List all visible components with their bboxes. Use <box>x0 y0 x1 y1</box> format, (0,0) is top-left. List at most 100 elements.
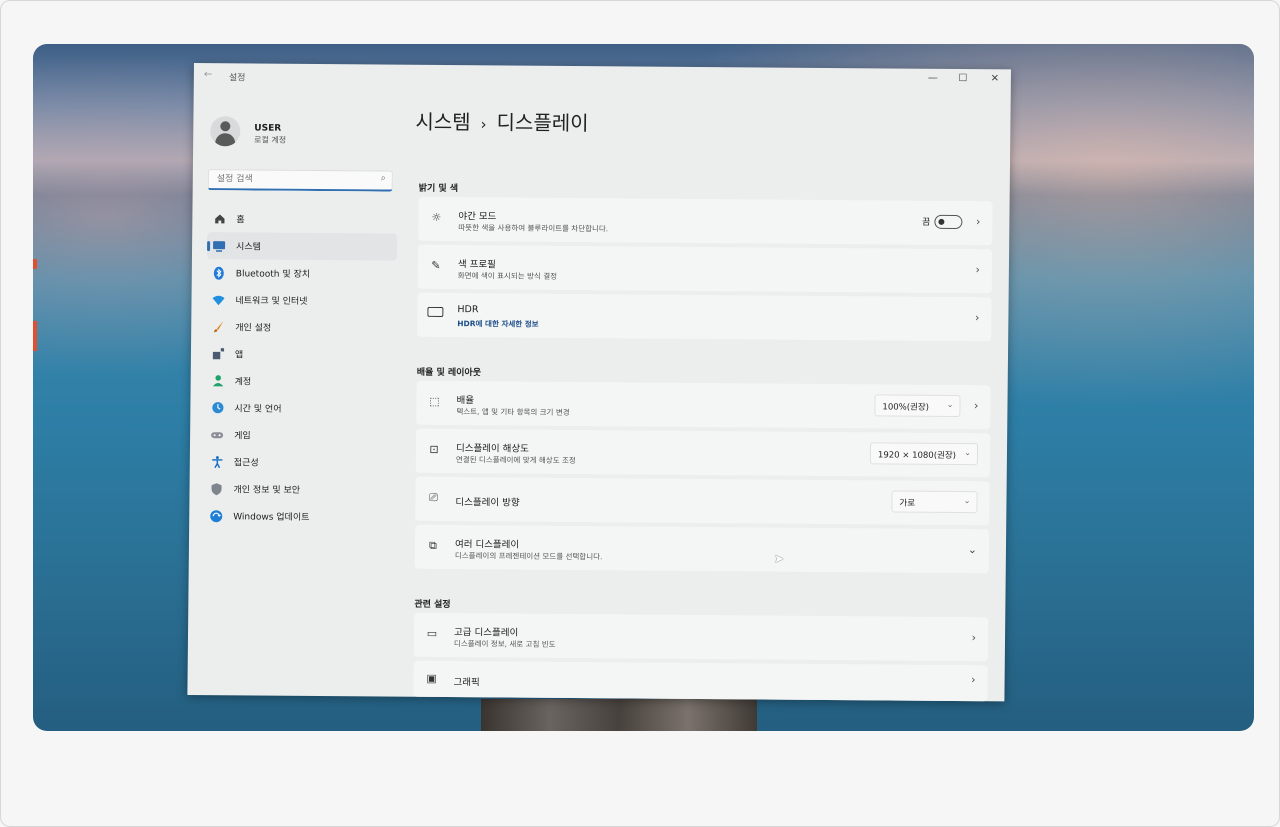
breadcrumb: 시스템 › 디스플레이 <box>415 106 589 136</box>
title-bar: ← 설정 — ☐ ✕ <box>194 63 1011 93</box>
back-arrow-icon[interactable]: ← <box>204 69 213 80</box>
sidebar-item-label: 시스템 <box>236 242 261 253</box>
sidebar-item-label: 네트워크 및 인터넷 <box>235 296 308 307</box>
sidebar-item-label: 홈 <box>236 215 245 226</box>
home-icon <box>212 212 226 226</box>
color-profile-card[interactable]: ✎ 색 프로필 화면에 색이 표시되는 방식 결정 › <box>417 244 993 294</box>
active-indicator <box>207 241 211 252</box>
gamepad-icon <box>210 428 224 442</box>
sidebar-item-bluetooth[interactable]: Bluetooth 및 장치 <box>207 259 397 287</box>
sidebar-item-privacy[interactable]: 개인 정보 및 보안 <box>204 475 394 503</box>
card-title: HDR <box>457 304 479 316</box>
scale-icon: ⬚ <box>429 394 440 408</box>
card-subtitle: 따뜻한 색을 사용하여 블루라이트를 차단합니다. <box>458 223 609 234</box>
apps-icon <box>211 347 225 361</box>
shield-icon <box>209 482 223 496</box>
sidebar-item-label: 앱 <box>234 350 244 361</box>
minimize-button[interactable]: — <box>923 73 943 87</box>
graphics-card-icon: ▣ <box>426 671 437 685</box>
sidebar-item-gaming[interactable]: 게임 <box>205 421 395 449</box>
account-type: 로컬 계정 <box>254 135 287 145</box>
sidebar-item-label: 개인 정보 및 보안 <box>233 485 301 496</box>
sidebar-item-windows-update[interactable]: Windows 업데이트 <box>204 502 394 530</box>
page-title: 디스플레이 <box>496 110 589 136</box>
brush-icon <box>211 320 225 334</box>
scale-dropdown[interactable]: 100%(권장) ⌄ <box>874 394 961 418</box>
chevron-down-icon: ⌄ <box>964 448 972 458</box>
toggle-knob <box>938 218 945 225</box>
chevron-right-icon: › <box>971 631 977 645</box>
sidebar-item-time-language[interactable]: 시간 및 언어 <box>205 394 395 422</box>
dropdown-value: 100%(권장) <box>882 402 930 413</box>
sidebar-item-personalization[interactable]: 개인 설정 <box>206 313 396 341</box>
sidebar-item-label: 시간 및 언어 <box>234 404 282 415</box>
person-icon <box>211 374 225 388</box>
sidebar-item-accounts[interactable]: 계정 <box>206 367 396 395</box>
monitor-icon <box>212 239 226 253</box>
card-subtitle: 디스플레이의 프레젠테이션 모드를 선택합니다. <box>454 551 603 562</box>
maximize-button[interactable]: ☐ <box>953 73 973 87</box>
avatar[interactable] <box>210 116 241 147</box>
search-input[interactable] <box>214 173 379 187</box>
accessibility-icon <box>210 455 224 469</box>
sidebar-item-system[interactable]: 시스템 <box>206 232 398 261</box>
close-button[interactable]: ✕ <box>985 73 1005 87</box>
sidebar-item-label: 계정 <box>234 377 252 388</box>
eyedropper-icon: ✎ <box>431 258 441 272</box>
scale-card[interactable]: ⬚ 배율 텍스트, 앱 및 기타 항목의 크기 변경 100%(권장) ⌄ › <box>416 380 991 430</box>
screenshot-frame: ← 설정 — ☐ ✕ USER 로컬 계정 ⌕ 홈 <box>0 0 1280 827</box>
chevron-right-icon: › <box>975 215 981 229</box>
sidebar-item-accessibility[interactable]: 접근성 <box>205 448 395 476</box>
hdr-icon <box>427 306 444 323</box>
chevron-right-icon: › <box>974 311 980 325</box>
dropdown-value: 가로 <box>899 498 916 509</box>
update-icon <box>209 509 223 523</box>
search-box[interactable]: ⌕ <box>207 169 393 192</box>
resolution-dropdown[interactable]: 1920 × 1080(권장) ⌄ <box>869 442 979 466</box>
wifi-icon <box>211 293 225 307</box>
advanced-display-card[interactable]: ▭ 고급 디스플레이 디스플레이 정보, 새로 고침 빈도 › <box>413 612 989 662</box>
orientation-card[interactable]: ⎚ 디스플레이 방향 가로 ⌄ <box>415 476 990 526</box>
sidebar-item-network[interactable]: 네트워크 및 인터넷 <box>206 286 396 314</box>
sidebar-item-apps[interactable]: 앱 <box>206 340 396 368</box>
card-subtitle: 텍스트, 앱 및 기타 항목의 크기 변경 <box>456 407 570 417</box>
search-icon[interactable]: ⌕ <box>381 173 386 183</box>
graphics-card[interactable]: ▣ 그래픽 › <box>413 660 988 702</box>
chevron-right-icon: › <box>975 263 980 277</box>
dropdown-value: 1920 × 1080(권장) <box>877 450 957 462</box>
sidebar-item-label: 게임 <box>234 431 251 442</box>
card-title: 고급 디스플레이 <box>453 627 519 639</box>
section-title-related: 관련 설정 <box>414 599 451 611</box>
hdr-card[interactable]: HDR HDR에 대한 자세한 정보 › <box>417 292 992 342</box>
night-light-toggle[interactable] <box>934 214 963 230</box>
card-title: 색 프로필 <box>457 259 496 271</box>
card-title: 그래픽 <box>453 677 480 689</box>
breadcrumb-parent[interactable]: 시스템 <box>415 110 470 134</box>
avatar-head <box>220 121 231 132</box>
section-title-scale-layout: 배율 및 레이아웃 <box>416 367 482 379</box>
monitor-icon: ▭ <box>426 626 438 640</box>
toggle-state-label: 끔 <box>922 217 931 228</box>
resolution-card[interactable]: ⊡ 디스플레이 해상도 연결된 디스플레이에 맞게 해상도 조정 1920 × … <box>415 428 991 478</box>
chevron-right-icon: › <box>974 399 979 413</box>
resolution-icon: ⊡ <box>429 442 439 456</box>
card-title: 야간 모드 <box>458 211 497 223</box>
sidebar-item-home[interactable]: 홈 <box>207 205 397 233</box>
card-subtitle: 화면에 색이 표시되는 방식 결정 <box>457 271 558 281</box>
night-light-card[interactable]: ☼ 야간 모드 따뜻한 색을 사용하여 블루라이트를 차단합니다. 끔 › <box>418 196 993 246</box>
section-title-brightness: 밝기 및 색 <box>418 183 459 195</box>
multiple-displays-icon: ⧉ <box>428 538 437 552</box>
user-name: USER <box>254 123 282 134</box>
bluetooth-icon <box>212 266 226 280</box>
sidebar-item-label: Bluetooth 및 장치 <box>235 269 311 280</box>
avatar-body <box>215 133 236 147</box>
chevron-right-icon: › <box>971 673 976 687</box>
mouse-cursor-icon: ➤ <box>773 551 784 566</box>
orientation-dropdown[interactable]: 가로 ⌄ <box>891 490 978 514</box>
card-title: 디스플레이 해상도 <box>455 443 529 455</box>
chevron-down-icon: ⌄ <box>963 496 971 506</box>
hdr-info-link[interactable]: HDR에 대한 자세한 정보 <box>457 318 538 330</box>
multiple-displays-card[interactable]: ⧉ 여러 디스플레이 디스플레이의 프레젠테이션 모드를 선택합니다. ⌄ <box>414 524 990 574</box>
sidebar-item-label: 개인 설정 <box>235 323 272 334</box>
card-subtitle: 연결된 디스플레이에 맞게 해상도 조정 <box>455 455 576 466</box>
